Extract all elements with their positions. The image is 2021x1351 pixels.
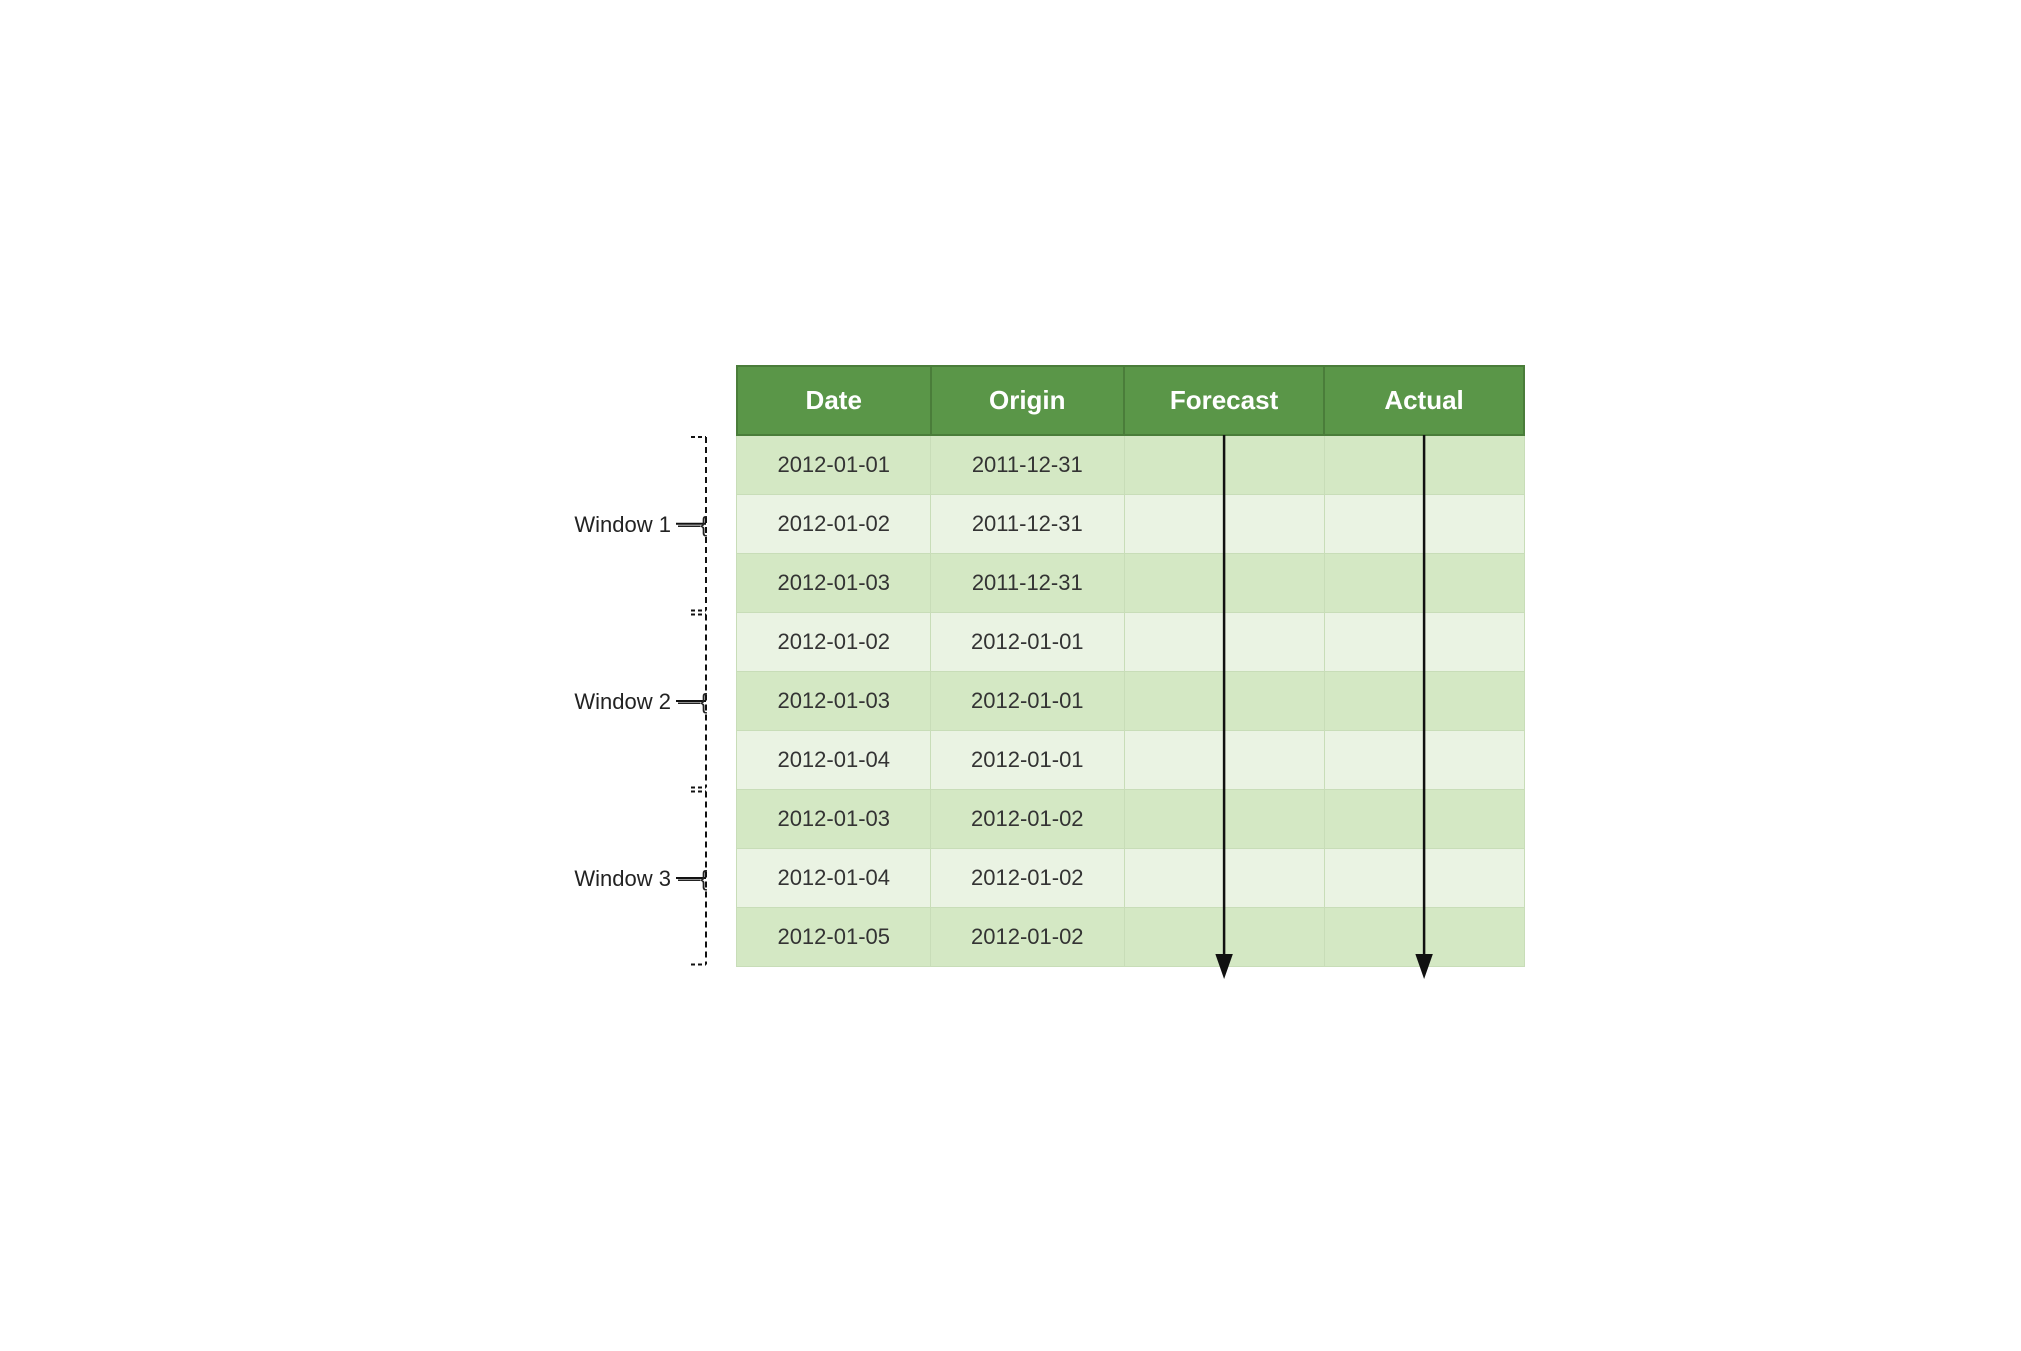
cell-date: 2012-01-04 — [737, 730, 931, 789]
cell-actual — [1324, 789, 1524, 848]
cell-origin: 2011-12-31 — [931, 553, 1125, 612]
cell-date: 2012-01-01 — [737, 435, 931, 495]
cell-actual — [1324, 730, 1524, 789]
cell-origin: 2012-01-02 — [931, 848, 1125, 907]
window-label-0: Window 1 — [574, 512, 671, 537]
cell-origin: 2012-01-01 — [931, 730, 1125, 789]
cell-forecast — [1124, 789, 1324, 848]
cell-actual — [1324, 907, 1524, 966]
cell-forecast — [1124, 907, 1324, 966]
brackets-svg: Window 1 —{ Window 2 —{ Window 3 —{ — [496, 365, 736, 987]
cell-date: 2012-01-05 — [737, 907, 931, 966]
cell-actual — [1324, 553, 1524, 612]
cell-forecast — [1124, 435, 1324, 495]
cell-forecast — [1124, 848, 1324, 907]
data-table: DateOriginForecastActual 2012-01-012011-… — [736, 365, 1525, 967]
table-row: 2012-01-042012-01-01 — [737, 730, 1524, 789]
cell-origin: 2011-12-31 — [931, 435, 1125, 495]
table-row: 2012-01-042012-01-02 — [737, 848, 1524, 907]
cell-forecast — [1124, 671, 1324, 730]
page-container: Window 1 —{ Window 2 —{ Window 3 —{ DateOr… — [496, 365, 1525, 987]
cell-forecast — [1124, 730, 1324, 789]
header-col-date: Date — [737, 366, 931, 435]
header-col-forecast: Forecast — [1124, 366, 1324, 435]
cell-origin: 2012-01-02 — [931, 789, 1125, 848]
cell-date: 2012-01-02 — [737, 494, 931, 553]
table-row: 2012-01-032011-12-31 — [737, 553, 1524, 612]
svg-text:—{: —{ — [678, 866, 707, 891]
table-row: 2012-01-032012-01-01 — [737, 671, 1524, 730]
cell-origin: 2012-01-01 — [931, 671, 1125, 730]
cell-forecast — [1124, 612, 1324, 671]
cell-forecast — [1124, 494, 1324, 553]
table-row: 2012-01-052012-01-02 — [737, 907, 1524, 966]
table-row: 2012-01-032012-01-02 — [737, 789, 1524, 848]
cell-date: 2012-01-04 — [737, 848, 931, 907]
cell-date: 2012-01-03 — [737, 671, 931, 730]
cell-date: 2012-01-02 — [737, 612, 931, 671]
cell-date: 2012-01-03 — [737, 789, 931, 848]
table-row: 2012-01-012011-12-31 — [737, 435, 1524, 495]
cell-origin: 2012-01-01 — [931, 612, 1125, 671]
svg-text:—{: —{ — [678, 512, 707, 537]
window-label-2: Window 3 — [574, 866, 671, 891]
cell-actual — [1324, 494, 1524, 553]
cell-origin: 2012-01-02 — [931, 907, 1125, 966]
cell-actual — [1324, 435, 1524, 495]
table-row: 2012-01-022012-01-01 — [737, 612, 1524, 671]
header-col-origin: Origin — [931, 366, 1125, 435]
table-row: 2012-01-022011-12-31 — [737, 494, 1524, 553]
cell-actual — [1324, 848, 1524, 907]
header-col-actual: Actual — [1324, 366, 1524, 435]
cell-date: 2012-01-03 — [737, 553, 931, 612]
cell-forecast — [1124, 553, 1324, 612]
cell-actual — [1324, 671, 1524, 730]
cell-origin: 2011-12-31 — [931, 494, 1125, 553]
cell-actual — [1324, 612, 1524, 671]
svg-text:—{: —{ — [678, 689, 707, 714]
window-label-1: Window 2 — [574, 689, 671, 714]
left-labels-area: Window 1 —{ Window 2 —{ Window 3 —{ — [496, 365, 736, 987]
table-wrapper: DateOriginForecastActual 2012-01-012011-… — [736, 365, 1525, 967]
